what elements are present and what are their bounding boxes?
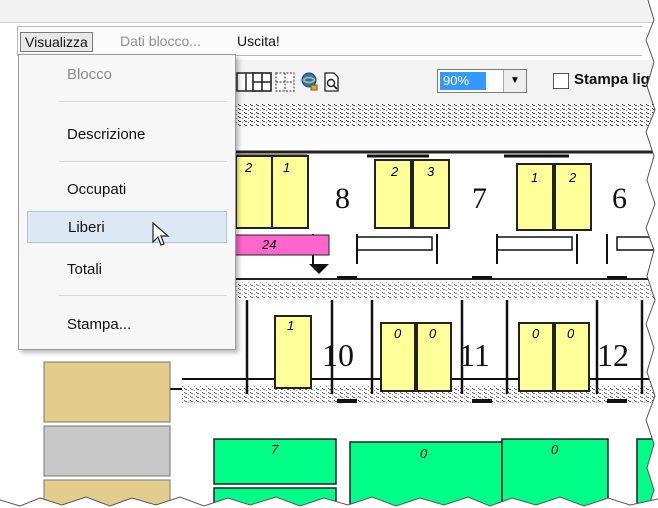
globe-search-icon[interactable]	[299, 72, 319, 92]
mouse-pointer-icon	[152, 222, 170, 246]
cell-value: 3	[427, 164, 435, 179]
menu-uscita[interactable]: Uscita!	[233, 32, 284, 50]
cell-value: 1	[531, 170, 539, 185]
cell-value: 0	[394, 326, 402, 341]
block-number-8: 8	[335, 182, 350, 215]
pink-bar-value: 24	[262, 237, 277, 252]
block-number-10: 10	[322, 337, 354, 373]
cell-value: 1	[287, 318, 295, 333]
cell-value: 2	[391, 164, 399, 179]
cell-value: 1	[283, 160, 291, 175]
menu-separator	[59, 101, 227, 102]
block-number-6: 6	[612, 182, 627, 215]
chevron-down-icon[interactable]: ▼	[503, 70, 526, 92]
block-number-11: 11	[459, 337, 490, 373]
menu-item-totali[interactable]: Totali	[27, 254, 227, 286]
cell-value: 0	[551, 442, 559, 457]
menu-item-blocco[interactable]: Blocco	[27, 59, 227, 91]
menu-item-descrizione[interactable]: Descrizione	[27, 119, 227, 151]
block-number-7: 7	[472, 182, 487, 215]
menu-visualizza[interactable]: Visualizza	[20, 32, 93, 52]
cell-value: 7	[271, 442, 279, 457]
menu-item-liberi[interactable]: Liberi	[27, 211, 227, 243]
cell-value: 0	[532, 326, 540, 341]
app-window: Visualizza Dati blocco... Uscita! 90% ▼ …	[0, 0, 658, 508]
menu-item-occupati[interactable]: Occupati	[27, 174, 227, 206]
menu-separator	[59, 161, 227, 162]
menu-bar: Visualizza Dati blocco... Uscita!	[17, 26, 642, 56]
cell-value: 0	[420, 446, 428, 461]
grid-dotted-icon[interactable]	[275, 72, 295, 92]
cell-value: 2	[569, 170, 577, 185]
menu-separator	[59, 295, 227, 296]
zoom-select[interactable]: 90% ▼	[437, 69, 527, 93]
torn-edge-right	[645, 0, 658, 508]
print-checkbox-label: Stampa lig	[574, 71, 650, 88]
menu-dati-blocco[interactable]: Dati blocco...	[116, 32, 205, 50]
cell-value: 0	[567, 326, 575, 341]
block-number-12: 12	[597, 337, 629, 373]
cell-value: 0	[429, 326, 437, 341]
visualizza-dropdown-menu: Blocco Descrizione Occupati Liberi Total…	[18, 54, 236, 350]
grid-full-icon[interactable]	[252, 72, 272, 92]
zoom-value: 90%	[440, 72, 486, 90]
window-top-strip	[0, 0, 658, 23]
torn-edge-bottom	[0, 496, 658, 508]
cell-value: 2	[245, 160, 253, 175]
menu-item-stampa[interactable]: Stampa...	[27, 309, 227, 341]
print-preview-icon[interactable]	[322, 72, 342, 92]
print-checkbox[interactable]	[553, 73, 569, 89]
